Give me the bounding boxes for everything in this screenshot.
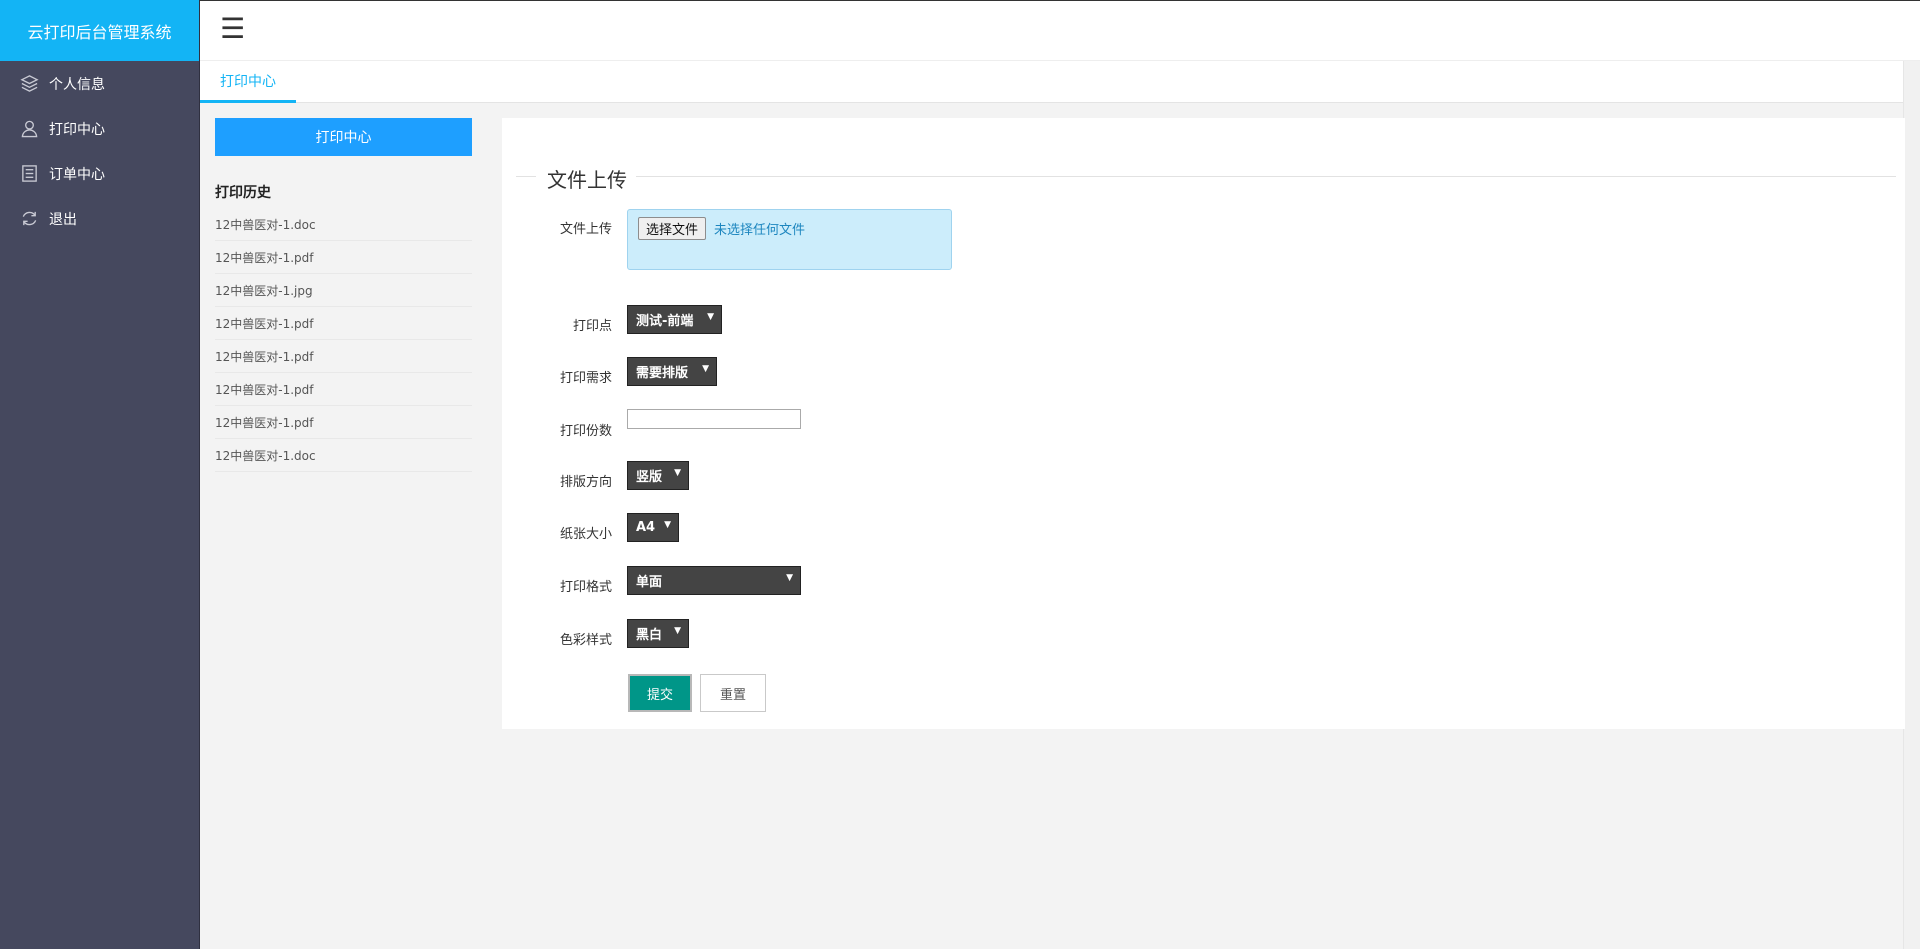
legend-divider (516, 176, 536, 177)
hamburger-icon[interactable]: ☰ (220, 14, 245, 44)
upload-form-panel: 文件上传 文件上传 选择文件 未选择任何文件 打印点 测试-前端 ▼ 打印需求 … (502, 118, 1905, 729)
sidebar-item-label: 个人信息 (49, 76, 105, 93)
sidebar-item-orders[interactable]: 订单中心 (0, 151, 199, 196)
user-icon (19, 119, 39, 139)
dropdown-arrow-icon: ▼ (664, 520, 671, 530)
submit-button[interactable]: 提交 (628, 674, 692, 712)
print-point-label: 打印点 (572, 319, 612, 334)
vertical-scrollbar[interactable] (1903, 61, 1920, 949)
requirement-select[interactable]: 需要排版 ▼ (627, 357, 717, 386)
print-history-panel: 打印中心 打印历史 12中兽医对-1.doc 12中兽医对-1.pdf 12中兽… (215, 118, 472, 472)
dropdown-arrow-icon: ▼ (702, 364, 709, 374)
reset-button[interactable]: 重置 (700, 674, 766, 712)
choose-file-button[interactable]: 选择文件 (638, 217, 707, 240)
sidebar-item-logout[interactable]: 退出 (0, 196, 199, 241)
select-value: 黑白 (636, 628, 663, 643)
sidebar-item-label: 打印中心 (49, 121, 105, 138)
orientation-label: 排版方向 (559, 475, 612, 490)
select-value: A4 (636, 520, 656, 535)
history-file-item[interactable]: 12中兽医对-1.pdf (215, 406, 472, 439)
history-list: 12中兽医对-1.doc 12中兽医对-1.pdf 12中兽医对-1.jpg 1… (215, 208, 472, 472)
history-file-item[interactable]: 12中兽医对-1.doc (215, 439, 472, 472)
history-file-item[interactable]: 12中兽医对-1.jpg (215, 274, 472, 307)
history-file-item[interactable]: 12中兽医对-1.pdf (215, 373, 472, 406)
app-title: 云打印后台管理系统 (0, 0, 199, 61)
format-label: 打印格式 (559, 580, 612, 595)
sidebar-item-label: 退出 (49, 211, 77, 228)
select-value: 竖版 (636, 470, 663, 485)
print-point-select[interactable]: 测试-前端 ▼ (627, 305, 722, 334)
tab-print-center[interactable]: 打印中心 (200, 61, 296, 103)
color-select[interactable]: 黑白 ▼ (627, 619, 689, 648)
refresh-icon (19, 209, 39, 229)
history-file-item[interactable]: 12中兽医对-1.pdf (215, 340, 472, 373)
file-status-text: 未选择任何文件 (714, 223, 806, 238)
select-value: 测试-前端 (636, 314, 694, 329)
history-file-item[interactable]: 12中兽医对-1.pdf (215, 241, 472, 274)
sidebar: 云打印后台管理系统 个人信息 打印中心 订单中心 退出 (0, 0, 200, 949)
copies-input[interactable] (627, 409, 801, 429)
sidebar-item-profile[interactable]: 个人信息 (0, 61, 199, 106)
dropdown-arrow-icon: ▼ (674, 468, 681, 478)
history-title: 打印历史 (215, 185, 271, 201)
upload-dropzone[interactable]: 选择文件 未选择任何文件 (627, 209, 952, 270)
format-select[interactable]: 单面 ▼ (627, 566, 801, 595)
legend-divider (636, 176, 1896, 177)
tab-bar: 打印中心 (200, 61, 1920, 103)
top-header: ☰ (200, 0, 1920, 61)
dropdown-arrow-icon: ▼ (674, 626, 681, 636)
requirement-label: 打印需求 (559, 371, 612, 386)
color-label: 色彩样式 (559, 633, 612, 648)
select-value: 需要排版 (636, 366, 689, 381)
legend-title: 文件上传 (547, 168, 627, 192)
upload-label: 文件上传 (559, 222, 612, 237)
sidebar-item-print-center[interactable]: 打印中心 (0, 106, 199, 151)
paper-size-label: 纸张大小 (559, 527, 612, 542)
dropdown-arrow-icon: ▼ (786, 573, 793, 583)
paper-size-select[interactable]: A4 ▼ (627, 513, 679, 542)
layers-icon (19, 74, 39, 94)
select-value: 单面 (636, 575, 663, 590)
history-file-item[interactable]: 12中兽医对-1.doc (215, 208, 472, 241)
orientation-select[interactable]: 竖版 ▼ (627, 461, 689, 490)
history-file-item[interactable]: 12中兽医对-1.pdf (215, 307, 472, 340)
dropdown-arrow-icon: ▼ (707, 312, 714, 322)
copies-label: 打印份数 (559, 424, 612, 439)
form-legend: 文件上传 (516, 164, 1896, 192)
sidebar-item-label: 订单中心 (49, 166, 105, 183)
print-center-button[interactable]: 打印中心 (215, 118, 472, 156)
list-icon (19, 164, 39, 184)
